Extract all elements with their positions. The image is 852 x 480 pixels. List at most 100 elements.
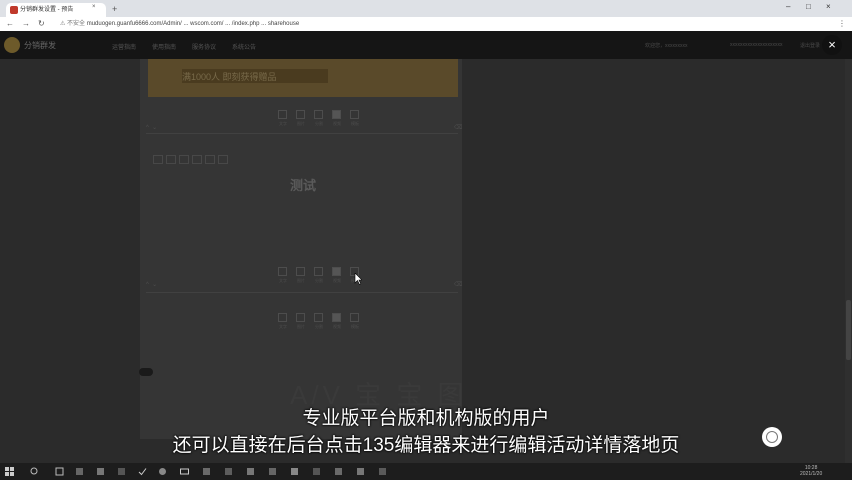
tool-image[interactable]: 图片 [293,110,309,130]
tool-image[interactable]: 图片 [293,267,309,287]
app-icon[interactable] [202,467,211,476]
divider-icon [314,267,323,276]
text-icon [278,110,287,119]
tool-image[interactable]: 图片 [293,313,309,333]
tool-divider[interactable]: 分割 [311,313,327,333]
app-icon[interactable] [96,467,105,476]
tool-text[interactable]: 文字 [275,110,291,130]
subtitle-line-2: 还可以直接在后台点击135编辑器来进行编辑活动详情落地页 [172,435,680,456]
video-icon [332,110,341,119]
maximize-button[interactable]: □ [806,2,811,11]
app-icon[interactable] [117,467,126,476]
align-icon[interactable] [205,155,215,164]
logo-badge-icon [4,37,20,53]
app-icon[interactable] [268,467,277,476]
underline-icon[interactable] [179,155,189,164]
bold-icon[interactable] [153,155,163,164]
size-icon[interactable] [218,155,228,164]
tool-divider[interactable]: 分割 [311,110,327,130]
page-scrollbar[interactable] [845,59,852,463]
row-delete-icon[interactable]: ⌫ [454,124,462,132]
tool-template[interactable]: 模板 [347,110,363,130]
header-logout[interactable]: 退出登录 [800,42,820,49]
minimize-button[interactable]: – [786,2,790,11]
fingerprint-icon [762,427,782,447]
app-icon[interactable] [356,467,365,476]
app-icon[interactable] [75,467,84,476]
banner-text: 满1000人 即刻获得赠品 [182,72,277,82]
color-icon[interactable] [192,155,202,164]
row-move-arrows[interactable]: ^ ⌄ [146,124,157,132]
window-close-button[interactable]: × [826,2,831,11]
app-icon[interactable] [312,467,321,476]
browser-tab[interactable]: 分销群发设置 - 预告 [6,3,106,17]
nav-item-agreement[interactable]: 服务协议 [192,42,216,51]
app-icon[interactable] [246,467,255,476]
tool-video[interactable]: 视频 [329,110,345,130]
tab-favicon-icon [10,6,18,14]
new-tab-button[interactable]: + [112,4,117,14]
menu-dots-icon[interactable]: ⋮ [838,19,846,28]
reload-icon[interactable]: ↻ [38,19,45,28]
image-icon [296,313,305,322]
address-bar-row: ← → ↻ ⚠ 不安全 muduogen.guanfu6666.com/Admi… [0,17,852,31]
header-account[interactable]: xxxxxxxxxxxxxxxxxxxxx [730,42,783,48]
tool-text[interactable]: 文字 [275,267,291,287]
tab-title: 分销群发设置 - 预告 [20,7,74,13]
url-field[interactable]: ⚠ 不安全 muduogen.guanfu6666.com/Admin/ ...… [60,19,660,29]
text-icon [278,267,287,276]
forward-arrow-icon[interactable]: → [22,19,30,28]
search-icon[interactable] [30,467,39,476]
windows-start-icon[interactable] [5,467,14,476]
format-toolbar [153,151,231,164]
text-icon [278,313,287,322]
app-icon[interactable] [378,467,387,476]
url-text: muduogen.guanfu6666.com/Admin/ ... wscom… [86,21,300,27]
app-icon[interactable] [158,467,167,476]
image-icon [296,267,305,276]
clock-date: 2021/1/20 [800,471,823,477]
app-icon[interactable] [224,467,233,476]
header-welcome: 欢迎您，xxxxxxxxx [645,43,688,49]
block-divider [146,292,458,293]
divider-icon [314,110,323,119]
tool-video[interactable]: 视频 [329,313,345,333]
security-indicator[interactable]: ⚠ 不安全 [60,21,85,27]
row-move-arrows[interactable]: ^ ⌄ [146,281,157,289]
os-taskbar: 10:28 2021/1/20 [0,463,852,480]
block-toolbar-3: 文字 图片 分割 视频 模板 [275,313,375,333]
content-title[interactable]: 测试 [290,175,316,194]
image-icon [296,110,305,119]
tab-close-icon[interactable]: × [92,4,96,10]
tool-text[interactable]: 文字 [275,313,291,333]
block-toolbar-1: 文字 图片 分割 视频 模板 [275,110,375,130]
nav-item-notice[interactable]: 系统公告 [232,42,256,51]
site-header: 分销群发 运营指南 使用指南 服务协议 系统公告 欢迎您，xxxxxxxxx x… [0,31,852,59]
video-icon [332,313,341,322]
logo-text: 分销群发 [24,41,56,50]
back-arrow-icon[interactable]: ← [6,19,14,28]
nav-item-usage[interactable]: 使用指南 [152,42,176,51]
overlay-close-button[interactable]: × [822,35,842,55]
template-icon [350,313,359,322]
tool-video[interactable]: 视频 [329,267,345,287]
divider-icon [314,313,323,322]
app-icon[interactable] [334,467,343,476]
app-icon[interactable] [290,467,299,476]
subtitle-line-1: 专业版平台版和机构版的用户 [302,408,550,429]
tool-template[interactable]: 模板 [347,313,363,333]
task-view-icon[interactable] [55,467,64,476]
mouse-cursor-icon [354,273,362,285]
scrollbar-thumb[interactable] [846,300,851,360]
nav-item-guide[interactable]: 运营指南 [112,42,136,51]
clock[interactable]: 10:28 2021/1/20 [800,465,822,477]
toggle-switch[interactable] [139,368,153,376]
mail-icon[interactable] [180,467,189,476]
italic-icon[interactable] [166,155,176,164]
video-icon [332,267,341,276]
block-divider [146,133,458,134]
checkmark-app-icon[interactable] [138,467,147,476]
row-delete-icon[interactable]: ⌫ [454,281,462,289]
template-icon [350,110,359,119]
tool-divider[interactable]: 分割 [311,267,327,287]
